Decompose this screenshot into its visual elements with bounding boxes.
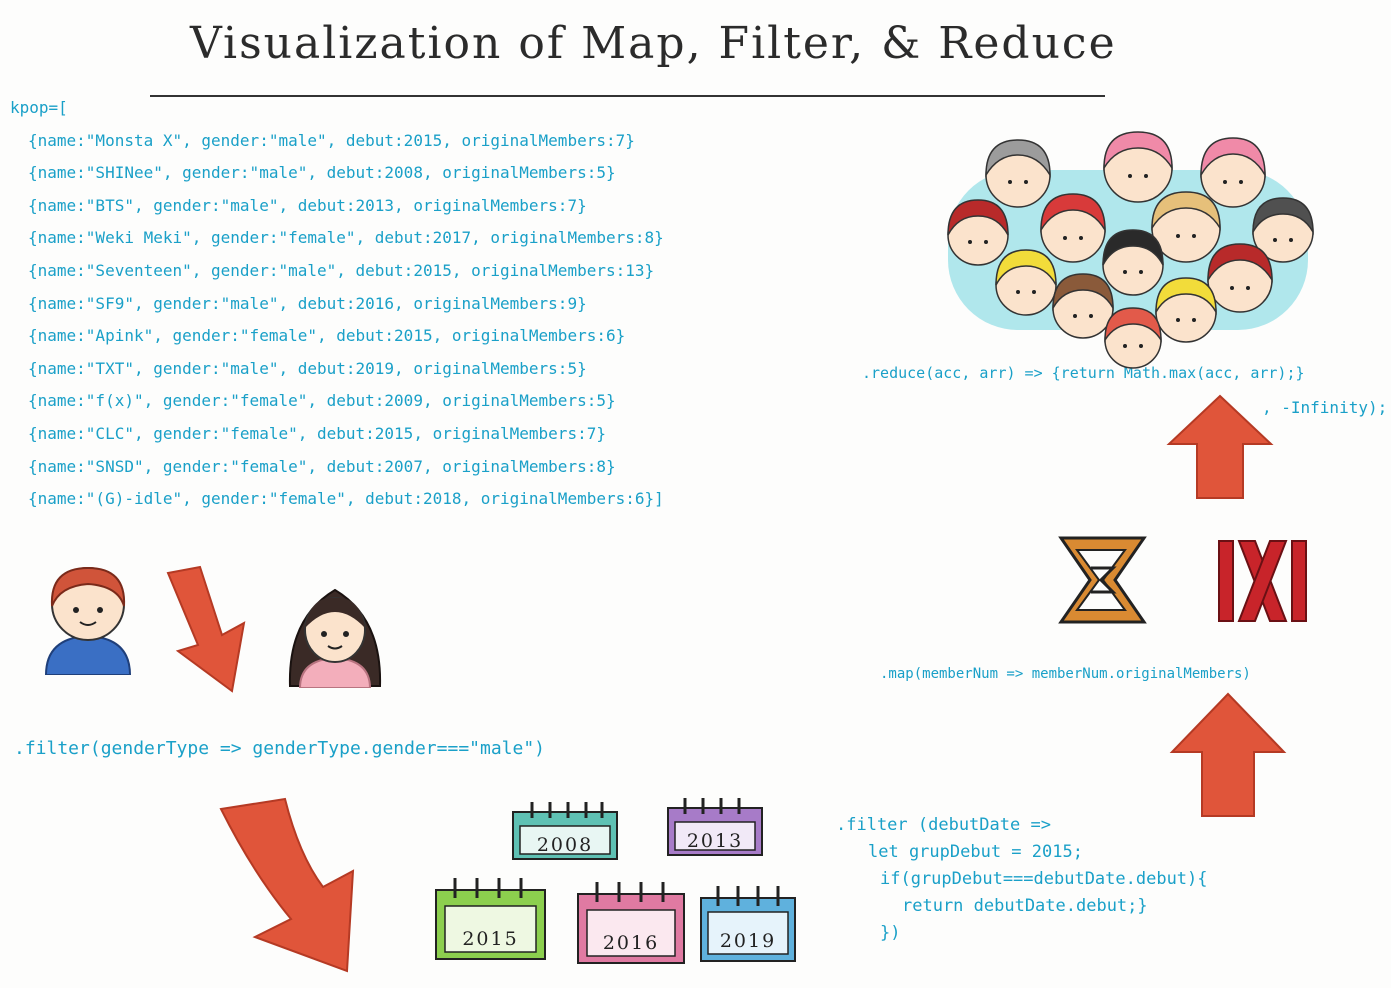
diagram-title: Visualization of Map, Filter, & Reduce bbox=[190, 18, 1117, 69]
kpop-item: {name:"TXT", gender:"male", debut:2019, … bbox=[28, 358, 587, 378]
calendar-2015: 2015 bbox=[433, 876, 548, 962]
kpop-item: {name:"Seventeen", gender:"male", debut:… bbox=[28, 260, 655, 280]
reduce-code-line2: , -Infinity); bbox=[1262, 398, 1388, 417]
calendar-year: 2013 bbox=[686, 830, 744, 852]
monsta-x-logo-icon bbox=[1218, 540, 1307, 622]
kpop-item: {name:"Monsta X", gender:"male", debut:2… bbox=[28, 130, 635, 150]
boy-avatar-icon bbox=[44, 566, 132, 675]
calendar-year: 2019 bbox=[719, 930, 777, 952]
kpop-item: {name:"(G)-idle", gender:"female", debut… bbox=[28, 489, 664, 509]
kpop-array-opening: kpop=[ bbox=[10, 98, 68, 117]
calendar-year: 2008 bbox=[536, 834, 594, 856]
kpop-item: {name:"SHINee", gender:"male", debut:200… bbox=[28, 163, 616, 183]
filter-debut-code: .filter (debutDate => let grupDebut = 20… bbox=[836, 812, 1208, 947]
filter-debut-line: .filter (debutDate => bbox=[836, 815, 1051, 835]
girl-avatar-icon bbox=[288, 588, 382, 688]
filter-gender-code: .filter(genderType => genderType.gender=… bbox=[14, 738, 546, 759]
kpop-item: {name:"f(x)", gender:"female", debut:200… bbox=[28, 391, 616, 411]
seventeen-logo-icon bbox=[1058, 536, 1147, 624]
calendar-2008: 2008 bbox=[510, 800, 620, 862]
filter-arrow-icon bbox=[166, 565, 246, 693]
calendar-year: 2015 bbox=[462, 928, 519, 950]
filter-debut-line: if(grupDebut===debutDate.debut){ bbox=[880, 869, 1208, 889]
filter-debut-arrow-icon bbox=[219, 797, 355, 973]
kpop-item: {name:"BTS", gender:"male", debut:2013, … bbox=[28, 195, 587, 215]
kpop-item: {name:"SNSD", gender:"female", debut:200… bbox=[28, 456, 616, 476]
calendar-2013: 2013 bbox=[665, 796, 765, 858]
calendar-2016: 2016 bbox=[575, 880, 687, 966]
calendar-year: 2016 bbox=[602, 932, 660, 954]
map-arrow-icon bbox=[1169, 692, 1287, 817]
kpop-item: {name:"SF9", gender:"male", debut:2016, … bbox=[28, 293, 587, 313]
calendar-2019: 2019 bbox=[698, 884, 798, 964]
kpop-item: {name:"CLC", gender:"female", debut:2015… bbox=[28, 423, 606, 443]
filter-debut-line: return debutDate.debut;} bbox=[902, 896, 1148, 916]
filter-debut-line: }) bbox=[880, 923, 901, 943]
filter-debut-line: let grupDebut = 2015; bbox=[868, 842, 1083, 862]
reduce-arrow-icon bbox=[1166, 394, 1274, 499]
kpop-array-code: kpop=[ {name:"Monsta X", gender:"male", … bbox=[10, 92, 664, 516]
map-code: .map(memberNum => memberNum.originalMemb… bbox=[880, 666, 1251, 682]
kpop-item: {name:"Weki Meki", gender:"female", debu… bbox=[28, 228, 664, 248]
kpop-item: {name:"Apink", gender:"female", debut:20… bbox=[28, 326, 626, 346]
kpop-crowd-icon bbox=[947, 131, 1314, 369]
